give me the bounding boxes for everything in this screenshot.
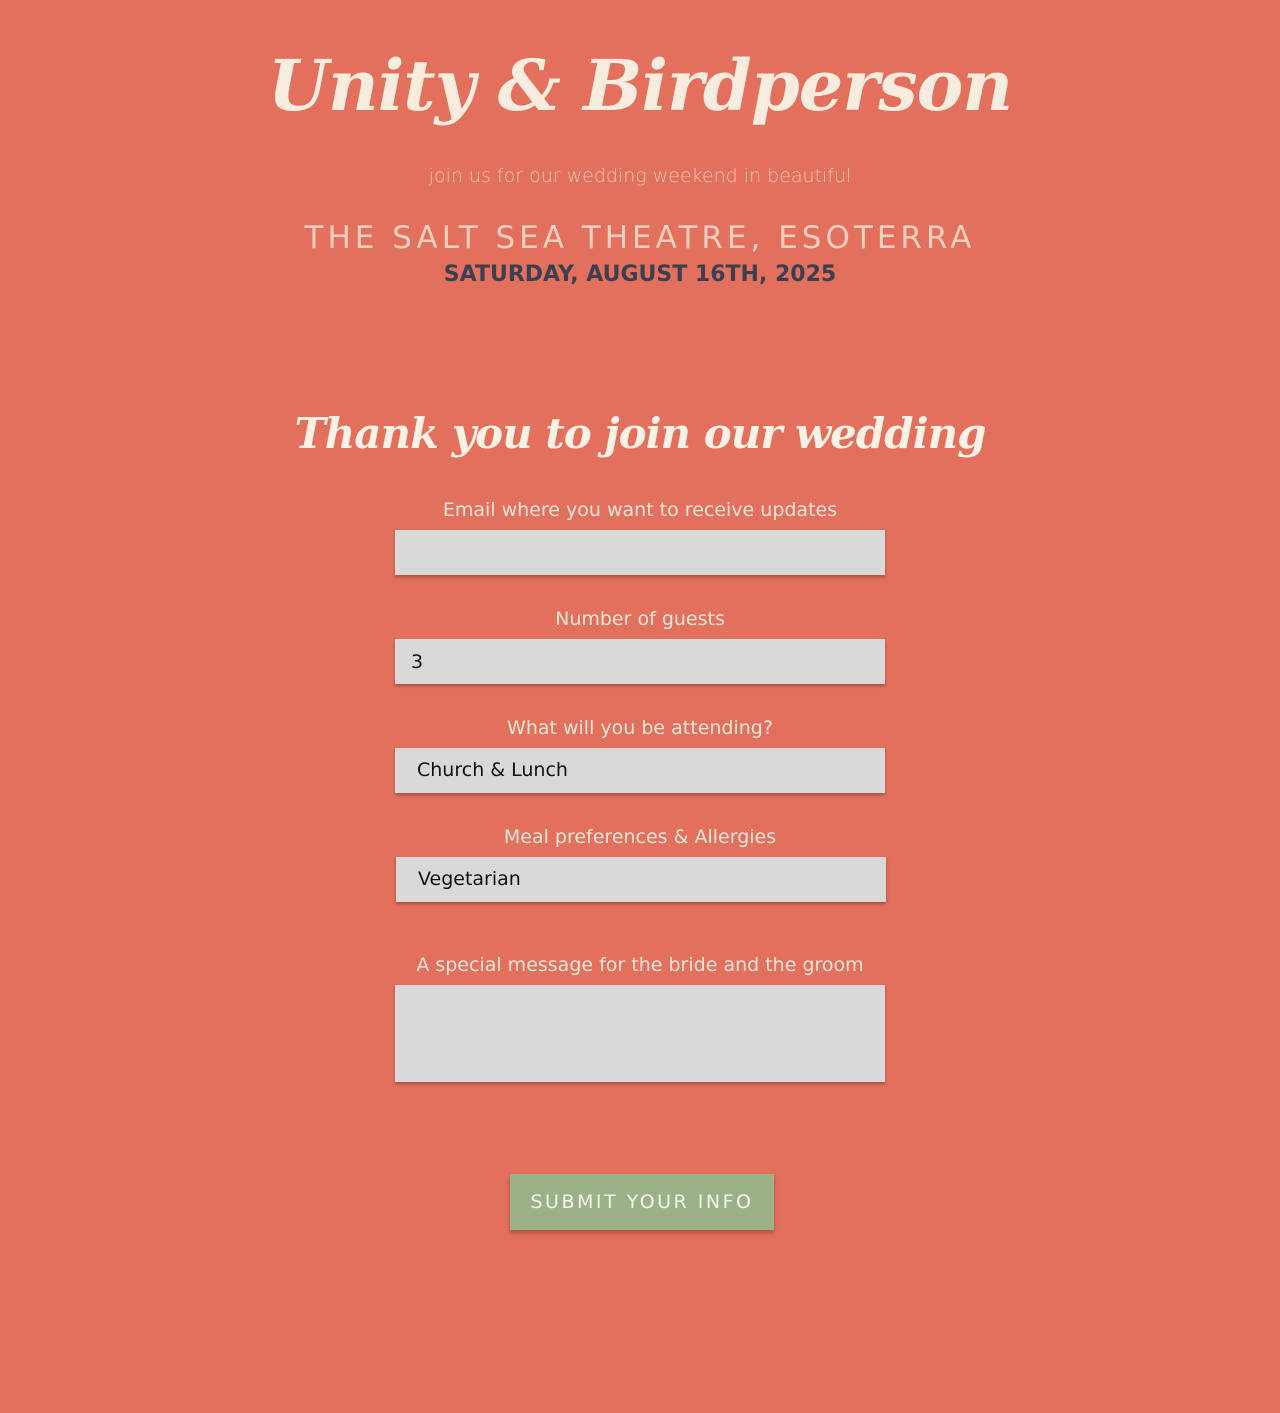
form-title: Thank you to join our wedding <box>294 409 987 458</box>
wedding-rsvp-page: Unity & Birdperson join us for our weddi… <box>0 0 1280 1413</box>
wedding-date: SATURDAY, AUGUST 16TH, 2025 <box>443 262 837 287</box>
guests-field[interactable] <box>395 639 885 684</box>
email-label: Email where you want to receive updates <box>442 499 838 521</box>
venue-name: THE SALT SEA THEATRE, ESOTERRA <box>304 220 976 256</box>
meal-label: Meal preferences & Allergies <box>503 826 777 848</box>
couple-title: Unity & Birdperson <box>267 44 1013 127</box>
attending-select[interactable]: Church & Lunch <box>395 748 885 793</box>
guests-label: Number of guests <box>555 608 725 630</box>
attending-label: What will you be attending? <box>507 717 773 739</box>
message-textarea[interactable] <box>395 985 885 1082</box>
meal-select[interactable]: Vegetarian <box>396 857 886 902</box>
message-label: A special message for the bride and the … <box>416 954 864 976</box>
submit-button[interactable]: SUBMIT YOUR INFO <box>510 1174 774 1230</box>
email-field[interactable] <box>395 530 885 575</box>
intro-text: join us for our wedding weekend in beaut… <box>428 165 852 187</box>
